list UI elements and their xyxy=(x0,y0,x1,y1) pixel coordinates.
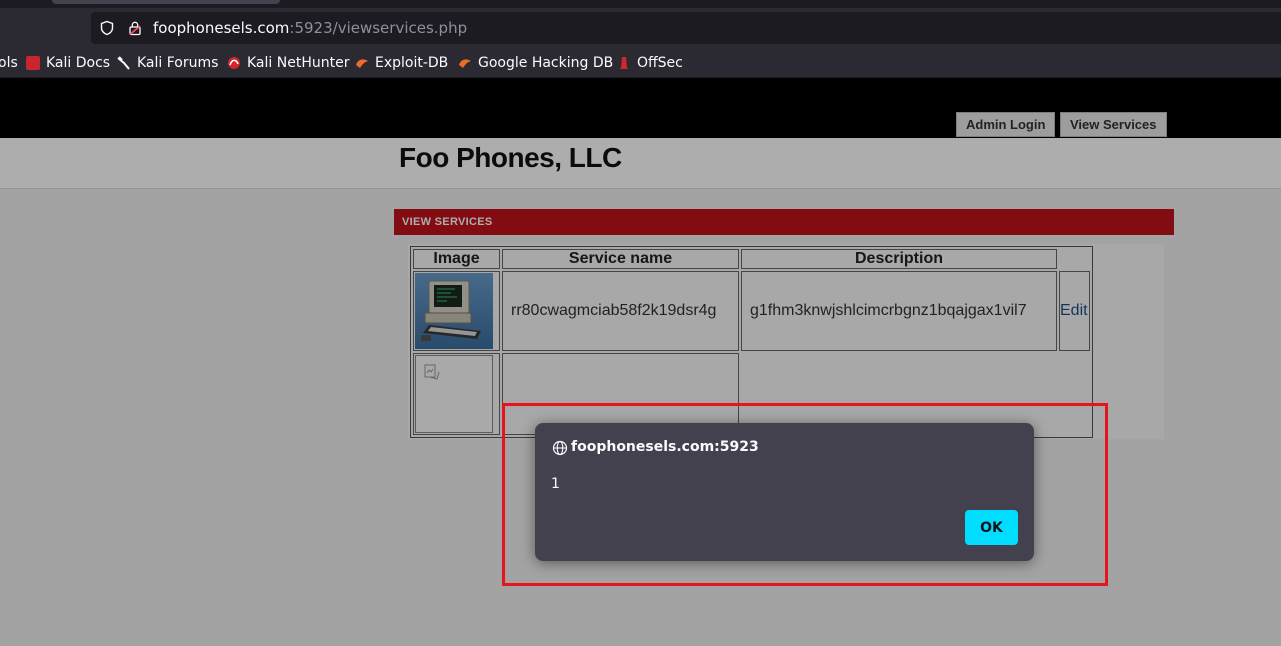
url-text: foophonesels.com:5923/viewservices.php xyxy=(153,19,467,37)
lock-warning-icon[interactable] xyxy=(127,20,143,36)
google-hacking-db-icon xyxy=(459,59,471,68)
bookmark-label: ols xyxy=(0,55,18,71)
bookmarks-toolbar: ols Kali Docs Kali Forums Kali NetHunter… xyxy=(0,48,1281,78)
bookmark-kali-forums[interactable]: Kali Forums xyxy=(117,53,218,73)
offsec-icon xyxy=(619,57,629,69)
kali-forums-icon xyxy=(117,56,130,70)
annotation-highlight-box xyxy=(502,403,1108,586)
exploit-db-icon xyxy=(356,59,368,68)
bookmark-google-hacking-db[interactable]: Google Hacking DB xyxy=(458,53,613,73)
bookmark-kali-tools[interactable]: ols xyxy=(0,53,18,73)
bookmark-label: Exploit-DB xyxy=(375,55,449,71)
bookmark-label: Kali Docs xyxy=(46,55,111,71)
browser-toolbar: foophonesels.com:5923/viewservices.php xyxy=(0,8,1281,48)
url-host: foophonesels.com xyxy=(153,19,290,37)
bookmark-kali-nethunter[interactable]: Kali NetHunter xyxy=(227,53,349,73)
active-tab-edge[interactable] xyxy=(52,0,280,4)
bookmark-label: Kali Forums xyxy=(137,55,219,71)
bookmark-label: OffSec xyxy=(637,55,683,71)
tracking-shield-icon[interactable] xyxy=(99,20,115,36)
bookmark-exploit-db[interactable]: Exploit-DB xyxy=(355,53,448,73)
tab-strip xyxy=(0,0,1281,8)
bookmark-kali-docs[interactable]: Kali Docs xyxy=(26,53,110,73)
url-bar[interactable]: foophonesels.com:5923/viewservices.php xyxy=(91,12,1281,44)
url-path: :5923/viewservices.php xyxy=(289,19,468,37)
kali-docs-icon xyxy=(26,56,40,70)
bookmark-offsec[interactable]: OffSec xyxy=(617,53,683,73)
kali-nethunter-icon xyxy=(228,57,240,69)
bookmark-label: Google Hacking DB xyxy=(478,55,614,71)
bookmark-label: Kali NetHunter xyxy=(247,55,350,71)
